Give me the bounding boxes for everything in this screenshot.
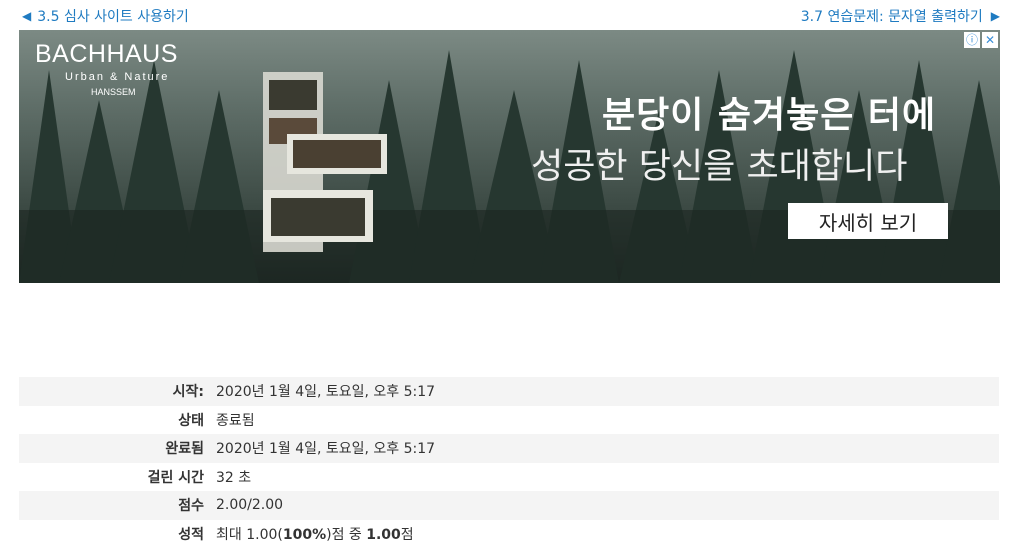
table-row: 성적 최대 1.00(100%)점 중 1.00점 <box>19 519 999 549</box>
row-label-started: 시작: <box>172 384 204 401</box>
row-label-state: 상태 <box>178 412 204 429</box>
row-value-completed: 2020년 1월 4일, 토요일, 오후 5:17 <box>216 441 436 458</box>
table-row: 점수 2.00/2.00 <box>19 491 999 520</box>
close-icon[interactable]: ✕ <box>982 32 998 48</box>
ad-cta-button[interactable]: 자세히 보기 <box>788 203 948 239</box>
row-label-marks: 점수 <box>178 498 204 515</box>
grade-text-suffix: 점 <box>400 526 414 543</box>
grade-text-prefix: 최대 1.00( <box>216 526 283 543</box>
table-row: 완료됨 2020년 1월 4일, 토요일, 오후 5:17 <box>19 434 999 463</box>
ad-subline: 성공한 당신을 초대합니다 <box>531 147 908 187</box>
next-page-label: 3.7 연습문제: 문자열 출력하기 <box>800 9 983 25</box>
grade-text-middle: )점 중 <box>326 526 367 543</box>
row-value-started: 2020년 1월 4일, 토요일, 오후 5:17 <box>216 384 436 401</box>
row-label-time-taken: 걸린 시간 <box>147 469 204 486</box>
prev-page-link[interactable]: ◀ 3.5 심사 사이트 사용하기 <box>22 6 189 26</box>
row-value-grade: 최대 1.00(100%)점 중 1.00점 <box>216 520 999 549</box>
info-icon[interactable]: ⓘ <box>964 32 980 48</box>
brand-logo: BACHHAUS Urban & Nature HANSSEM <box>35 40 178 97</box>
quiz-summary-table: 시작: 2020년 1월 4일, 토요일, 오후 5:17 상태 종료됨 완료됨… <box>19 377 999 548</box>
prev-page-label: 3.5 심사 사이트 사용하기 <box>37 9 189 25</box>
row-value-state: 종료됨 <box>216 412 255 429</box>
triangle-left-icon: ◀ <box>22 9 32 23</box>
row-value-time-taken: 32 초 <box>216 469 252 486</box>
grade-score: 1.00 <box>366 526 401 543</box>
brand-name: BACHHAUS <box>35 40 178 68</box>
row-label-grade: 성적 <box>178 526 204 543</box>
next-page-link[interactable]: 3.7 연습문제: 문자열 출력하기 ▶ <box>801 6 1000 26</box>
brand-company: HANSSEM <box>91 87 136 97</box>
brand-subtitle: Urban & Nature <box>65 71 170 83</box>
advertisement-banner[interactable]: BACHHAUS Urban & Nature HANSSEM 분당이 숨겨놓은… <box>19 30 1000 283</box>
table-row: 걸린 시간 32 초 <box>19 462 999 491</box>
table-row: 시작: 2020년 1월 4일, 토요일, 오후 5:17 <box>19 377 999 406</box>
ad-controls: ⓘ ✕ <box>964 32 998 48</box>
building-image <box>263 72 387 252</box>
row-label-completed: 완료됨 <box>165 441 204 458</box>
grade-percent: 100% <box>282 526 327 543</box>
ad-headline: 분당이 숨겨놓은 터에 <box>602 95 937 136</box>
row-value-marks: 2.00/2.00 <box>216 497 284 514</box>
table-row: 상태 종료됨 <box>19 405 999 434</box>
triangle-right-icon: ▶ <box>990 9 1000 23</box>
